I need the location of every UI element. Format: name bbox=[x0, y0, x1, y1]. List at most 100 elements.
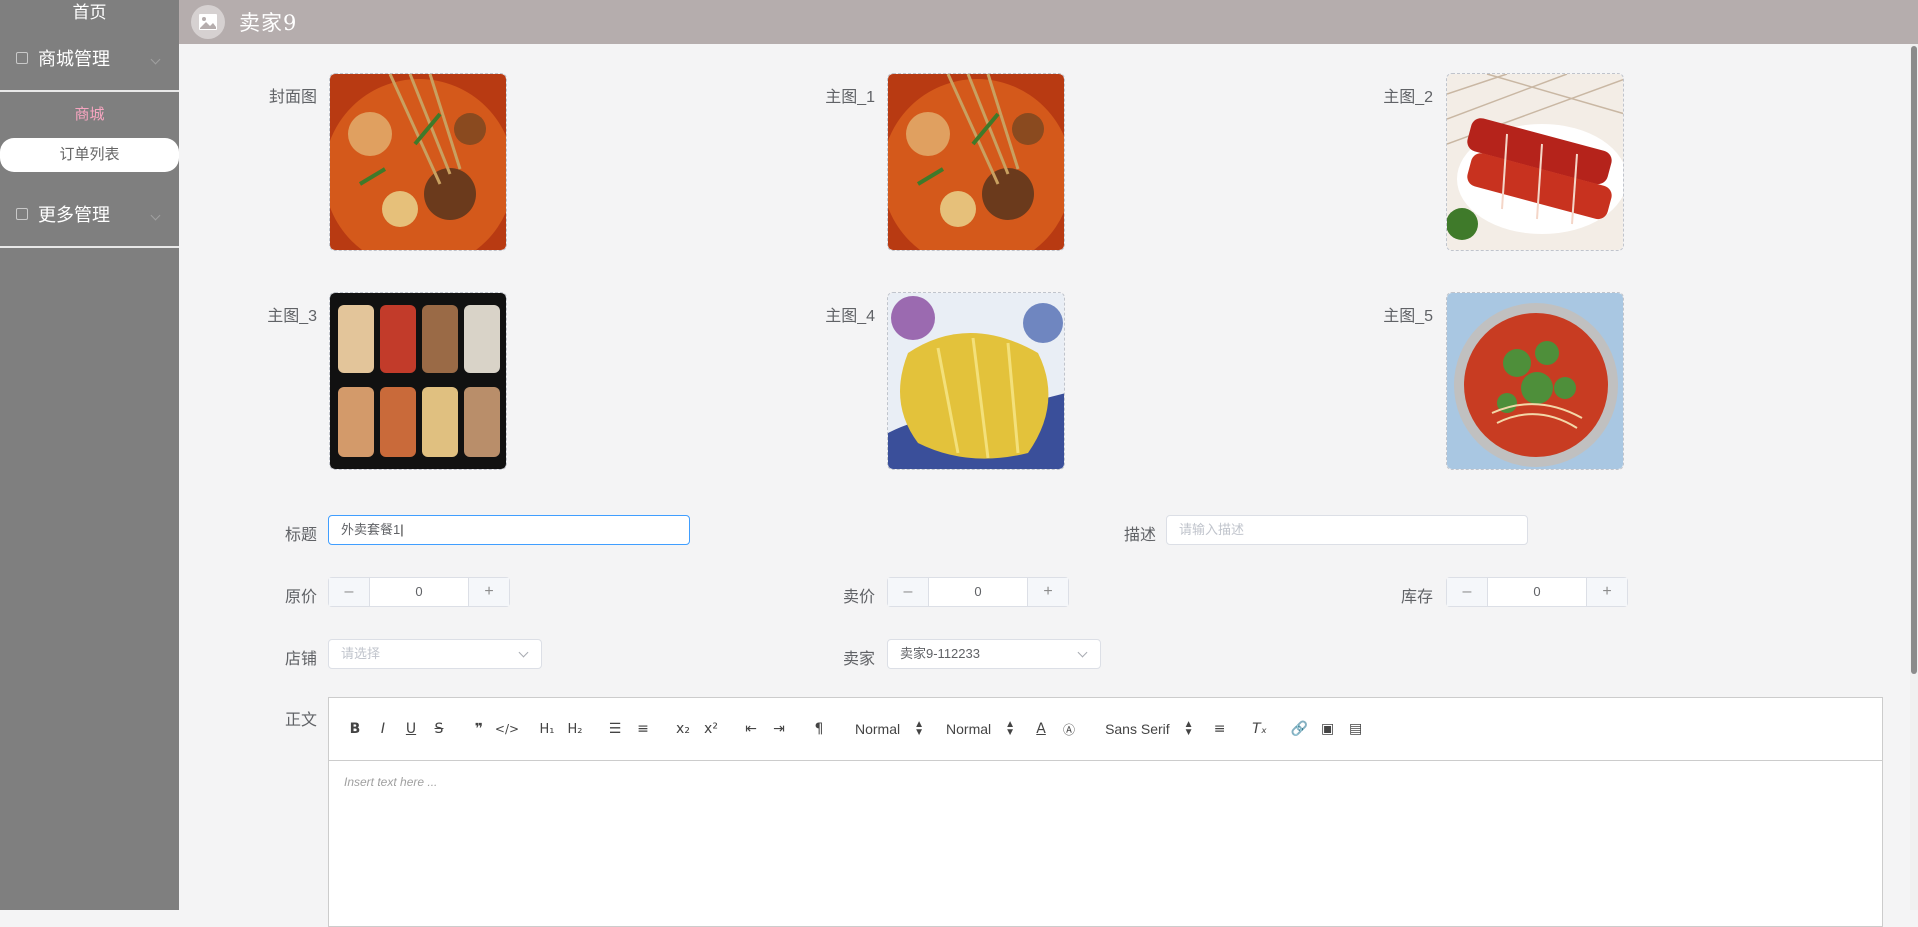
stock-label: 库存 bbox=[1400, 589, 1433, 606]
updown-icon: ▲ ▼ bbox=[914, 719, 925, 738]
ordered-list-icon[interactable]: ☰ bbox=[601, 717, 629, 741]
decrease-button[interactable]: – bbox=[888, 578, 928, 606]
main-image-2-label: 主图_2 bbox=[1383, 89, 1433, 106]
seller-select[interactable]: 卖家9-112233 bbox=[887, 639, 1101, 669]
main-image-2-upload[interactable] bbox=[1446, 73, 1624, 251]
bento-box-image bbox=[330, 293, 506, 469]
chevron-down-icon bbox=[1077, 647, 1088, 658]
noodle-soup-image bbox=[1447, 293, 1623, 469]
sidebar-group-label: 商城管理 bbox=[38, 49, 110, 69]
bullet-list-icon[interactable]: ≡ bbox=[629, 717, 657, 741]
font-color-icon[interactable]: A bbox=[1027, 717, 1055, 741]
description-label: 描述 bbox=[1123, 527, 1156, 544]
shop-label: 店铺 bbox=[284, 651, 317, 668]
indent-icon[interactable]: ⇥ bbox=[765, 717, 793, 741]
subscript-icon[interactable]: x₂ bbox=[669, 717, 697, 741]
page-scrollbar[interactable] bbox=[1910, 44, 1918, 910]
stock-value[interactable]: 0 bbox=[1487, 578, 1587, 606]
decrease-button[interactable]: – bbox=[329, 578, 369, 606]
title-label: 标题 bbox=[284, 527, 317, 544]
editor-toolbar: B I U S ❞ </> H₁ H₂ ☰ ≡ x₂ x² ⇤ ⇥ ¶ Norm… bbox=[329, 698, 1882, 761]
main-image-1-upload[interactable] bbox=[887, 73, 1065, 251]
increase-button[interactable]: + bbox=[1028, 578, 1068, 606]
sale-price-value[interactable]: 0 bbox=[928, 578, 1028, 606]
blockquote-icon[interactable]: ❞ bbox=[465, 717, 493, 741]
page-title: 卖家9 bbox=[239, 11, 298, 35]
main-image-1-label: 主图_1 bbox=[825, 89, 875, 106]
main-image-5-upload[interactable] bbox=[1446, 292, 1624, 470]
header-select-value: Normal bbox=[855, 721, 901, 737]
description-input[interactable]: 请输入描述 bbox=[1166, 515, 1528, 545]
editor-placeholder: Insert text here ... bbox=[344, 775, 438, 789]
sidebar-item-orders[interactable]: 订单列表 bbox=[0, 138, 179, 172]
link-icon[interactable]: 🔗 bbox=[1286, 717, 1314, 741]
main-image-5-label: 主图_5 bbox=[1383, 308, 1433, 325]
main-image-3-label: 主图_3 bbox=[267, 308, 317, 325]
chevron-down-icon bbox=[150, 54, 161, 65]
sidebar-group-label: 更多管理 bbox=[38, 205, 110, 225]
sale-price-label: 卖价 bbox=[842, 589, 875, 606]
original-price-stepper[interactable]: – 0 + bbox=[328, 577, 510, 607]
clear-format-icon[interactable]: Tₓ bbox=[1246, 717, 1274, 741]
editor-body[interactable]: Insert text here ... bbox=[329, 761, 1882, 803]
sale-price-stepper[interactable]: – 0 + bbox=[887, 577, 1069, 607]
size-select-value: Normal bbox=[946, 721, 992, 737]
main-image-4-label: 主图_4 bbox=[825, 308, 875, 325]
video-icon[interactable]: ▤ bbox=[1342, 717, 1370, 741]
size-select[interactable]: Normal ▲ ▼ bbox=[946, 720, 1015, 738]
chicken-image bbox=[888, 293, 1064, 469]
lock-icon bbox=[16, 52, 28, 64]
scrollbar-thumb[interactable] bbox=[1911, 46, 1917, 674]
top-bar: 卖家9 bbox=[179, 0, 1918, 44]
italic-icon[interactable]: I bbox=[369, 717, 397, 741]
image-icon[interactable]: ▣ bbox=[1314, 717, 1342, 741]
increase-button[interactable]: + bbox=[1587, 578, 1627, 606]
strikethrough-icon[interactable]: S bbox=[425, 717, 453, 741]
heading-1-icon[interactable]: H₁ bbox=[533, 717, 561, 741]
shop-select[interactable]: 请选择 bbox=[328, 639, 542, 669]
cover-image-label: 封面图 bbox=[268, 89, 317, 106]
rich-text-editor[interactable]: B I U S ❞ </> H₁ H₂ ☰ ≡ x₂ x² ⇤ ⇥ ¶ Norm… bbox=[328, 697, 1883, 927]
chevron-down-icon bbox=[150, 210, 161, 221]
decrease-button[interactable]: – bbox=[1447, 578, 1487, 606]
background-color-icon[interactable]: Ⓐ bbox=[1055, 717, 1083, 741]
original-price-value[interactable]: 0 bbox=[369, 578, 469, 606]
increase-button[interactable]: + bbox=[469, 578, 509, 606]
sidebar-item-home[interactable]: 首页 bbox=[0, 0, 179, 26]
chevron-down-icon bbox=[518, 647, 529, 658]
underline-icon[interactable]: U bbox=[397, 717, 425, 741]
stock-stepper[interactable]: – 0 + bbox=[1446, 577, 1628, 607]
hotpot-image bbox=[330, 74, 506, 250]
main-image-4-upload[interactable] bbox=[887, 292, 1065, 470]
avatar[interactable] bbox=[191, 5, 225, 39]
code-block-icon[interactable]: </> bbox=[493, 717, 521, 741]
font-select[interactable]: Sans Serif ▲ ▼ bbox=[1105, 719, 1194, 738]
text-direction-icon[interactable]: ¶ bbox=[805, 717, 833, 741]
body-label: 正文 bbox=[284, 712, 317, 729]
seller-label: 卖家 bbox=[842, 651, 875, 668]
image-icon bbox=[199, 14, 217, 30]
sidebar-group-more-management[interactable]: 更多管理 bbox=[0, 182, 179, 248]
updown-icon: ▲ ▼ bbox=[1183, 719, 1194, 738]
hotpot-image bbox=[888, 74, 1064, 250]
bold-icon[interactable]: B bbox=[341, 717, 369, 741]
superscript-icon[interactable]: x² bbox=[697, 717, 725, 741]
outdent-icon[interactable]: ⇤ bbox=[737, 717, 765, 741]
original-price-label: 原价 bbox=[284, 589, 317, 606]
sidebar-item-mall[interactable]: 商城 bbox=[0, 98, 179, 132]
title-input[interactable]: 外卖套餐1| bbox=[328, 515, 690, 545]
heading-2-icon[interactable]: H₂ bbox=[561, 717, 589, 741]
roast-pork-image bbox=[1447, 74, 1623, 250]
cover-image-upload[interactable] bbox=[329, 73, 507, 251]
title-input-value: 外卖套餐1 bbox=[341, 522, 401, 537]
sidebar-group-mall-management[interactable]: 商城管理 bbox=[0, 26, 179, 92]
font-select-value: Sans Serif bbox=[1105, 721, 1170, 737]
shop-select-placeholder: 请选择 bbox=[341, 646, 381, 661]
description-placeholder: 请输入描述 bbox=[1179, 522, 1245, 537]
sidebar: 首页 商城管理 商城 订单列表 更多管理 bbox=[0, 0, 179, 910]
main-image-3-upload[interactable] bbox=[329, 292, 507, 470]
header-select[interactable]: Normal ▲ ▼ bbox=[855, 719, 925, 738]
align-icon[interactable]: ≡ bbox=[1206, 717, 1234, 741]
document-icon bbox=[16, 208, 28, 220]
seller-select-value: 卖家9-112233 bbox=[900, 646, 980, 661]
